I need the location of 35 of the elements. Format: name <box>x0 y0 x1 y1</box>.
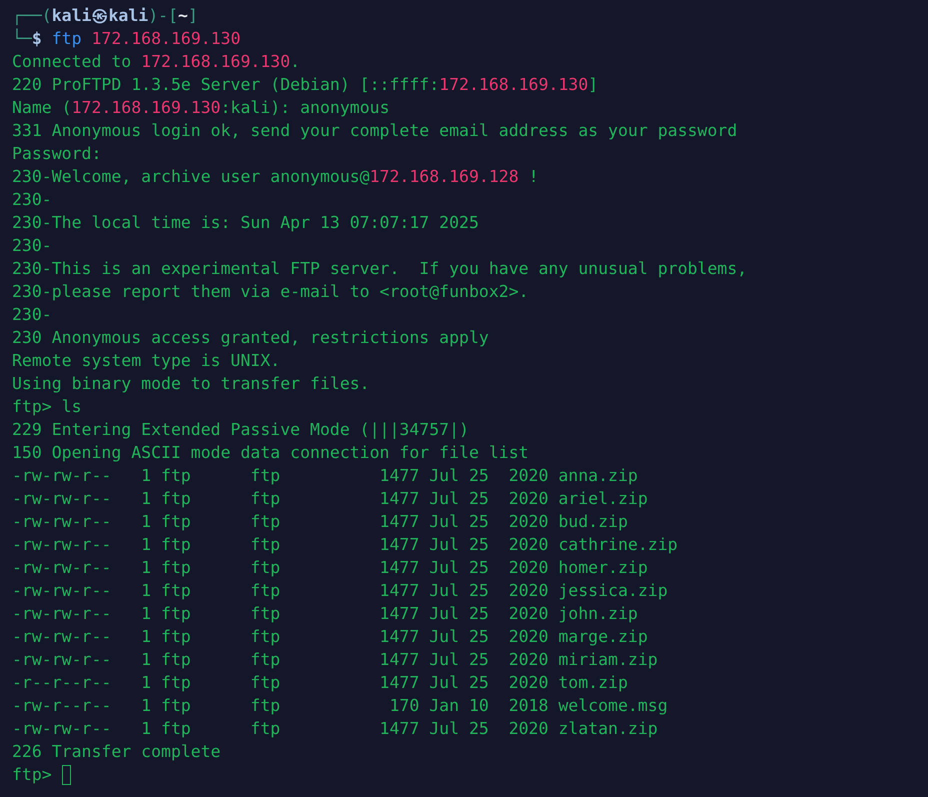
terminal-line: 150 Opening ASCII mode data connection for file list <box>12 442 529 464</box>
terminal-line: 230-Welcome, archive user anonymous@172.168.169.128 ! <box>12 166 539 188</box>
terminal-line: 230- <box>12 189 52 211</box>
terminal-line: -rw-rw-r-- 1 ftp ftp 1477 Jul 25 2020 anna.zip <box>12 465 638 487</box>
terminal-line: 226 Transfer complete <box>12 741 221 763</box>
terminal-line: -rw-rw-r-- 1 ftp ftp 1477 Jul 25 2020 miriam.zip <box>12 649 658 671</box>
ftp-prompt: ftp> <box>12 764 53 786</box>
terminal-line: ftp> ls <box>12 396 82 418</box>
terminal-line: -rw-rw-r-- 1 ftp ftp 1477 Jul 25 2020 cathrine.zip <box>12 534 678 556</box>
terminal-line: Name (172.168.169.130:kali): anonymous <box>12 97 390 119</box>
text-cursor[interactable] <box>62 764 71 784</box>
terminal-line: 230 Anonymous access granted, restrictions apply <box>12 327 489 349</box>
terminal-line: Connected to 172.168.169.130. <box>12 51 300 73</box>
terminal-line: 230-The local time is: Sun Apr 13 07:07:17 2025 <box>12 212 479 234</box>
terminal-line: Password: <box>12 143 102 165</box>
terminal-line: -rw-r--r-- 1 ftp ftp 170 Jan 10 2018 welcome.msg <box>12 695 668 717</box>
terminal-line: -rw-rw-r-- 1 ftp ftp 1477 Jul 25 2020 zlatan.zip <box>12 718 658 740</box>
terminal-line: -rw-rw-r-- 1 ftp ftp 1477 Jul 25 2020 marge.zip <box>12 626 648 648</box>
terminal-line: └─$ ftp 172.168.169.130 <box>12 28 241 50</box>
terminal-line: -r--r--r-- 1 ftp ftp 1477 Jul 25 2020 tom.zip <box>12 672 628 694</box>
terminal-line: 230-This is an experimental FTP server. If you have any unusual problems, <box>12 258 748 280</box>
terminal-line: 220 ProFTPD 1.3.5e Server (Debian) [::ffff:172.168.169.130] <box>12 74 598 96</box>
terminal-line: -rw-rw-r-- 1 ftp ftp 1477 Jul 25 2020 homer.zip <box>12 557 648 579</box>
terminal-line: -rw-rw-r-- 1 ftp ftp 1477 Jul 25 2020 john.zip <box>12 603 638 625</box>
terminal-line: 230-please report them via e-mail to <root@funbox2>. <box>12 281 529 303</box>
terminal-line: -rw-rw-r-- 1 ftp ftp 1477 Jul 25 2020 bud.zip <box>12 511 628 533</box>
terminal-line: Remote system type is UNIX. <box>12 350 280 372</box>
terminal-line: 331 Anonymous login ok, send your complete email address as your password <box>12 120 738 142</box>
terminal-line: 230- <box>12 235 52 257</box>
terminal-line: -rw-rw-r-- 1 ftp ftp 1477 Jul 25 2020 ariel.zip <box>12 488 648 510</box>
terminal-line: ┌──(kali㉿kali)-[~] <box>12 5 198 27</box>
terminal-line: 230- <box>12 304 52 326</box>
terminal-line: Using binary mode to transfer files. <box>12 373 370 395</box>
terminal-line: -rw-rw-r-- 1 ftp ftp 1477 Jul 25 2020 jessica.zip <box>12 580 668 602</box>
terminal-line: 229 Entering Extended Passive Mode (|||34757|) <box>12 419 469 441</box>
